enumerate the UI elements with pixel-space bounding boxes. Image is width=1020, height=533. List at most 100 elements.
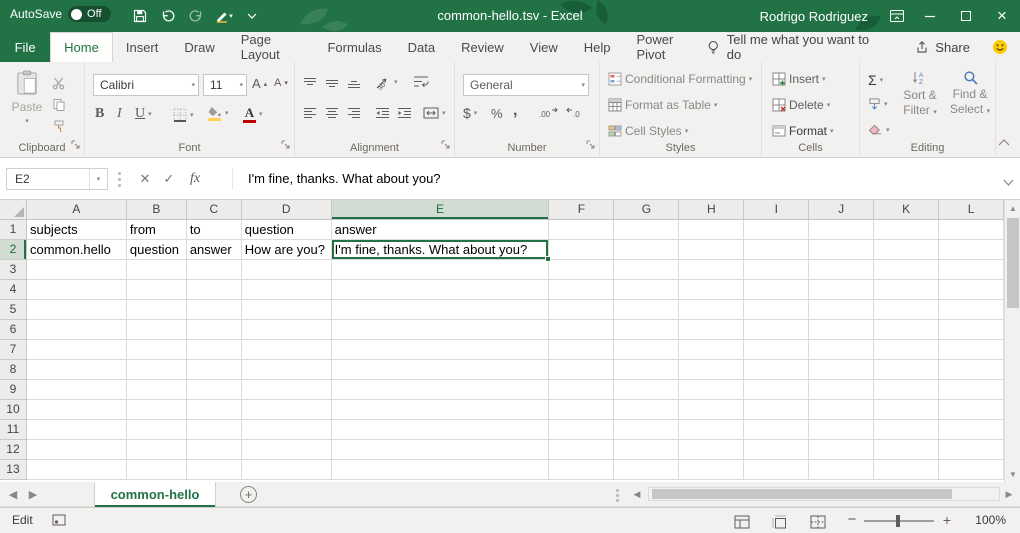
cell-E5[interactable]: [332, 300, 550, 320]
tell-me-button[interactable]: Tell me what you want to do: [707, 32, 881, 62]
cell-L4[interactable]: [939, 280, 1004, 300]
row-header-1[interactable]: 1: [0, 220, 27, 240]
cell-C2[interactable]: answer: [187, 240, 242, 260]
cell-H9[interactable]: [679, 380, 744, 400]
cell-L2[interactable]: [939, 240, 1004, 260]
fill-button[interactable]: ▾: [868, 98, 888, 111]
column-header-E[interactable]: E: [332, 200, 550, 220]
cell-K7[interactable]: [874, 340, 939, 360]
merge-center-button[interactable]: ▾: [423, 107, 446, 119]
row-header-13[interactable]: 13: [0, 460, 27, 480]
cell-G12[interactable]: [614, 440, 679, 460]
cell-D9[interactable]: [242, 380, 332, 400]
cell-H3[interactable]: [679, 260, 744, 280]
previous-sheet-button[interactable]: ◀: [4, 482, 22, 507]
scroll-right-button[interactable]: ▶: [1002, 487, 1016, 501]
redo-button[interactable]: [184, 3, 208, 29]
align-right-button[interactable]: [347, 107, 361, 119]
scroll-down-button[interactable]: ▼: [1005, 466, 1020, 482]
cell-H2[interactable]: [679, 240, 744, 260]
row-header-12[interactable]: 12: [0, 440, 27, 460]
align-center-button[interactable]: [325, 107, 339, 119]
cell-H10[interactable]: [679, 400, 744, 420]
cell-E1[interactable]: answer: [332, 220, 550, 240]
cell-A9[interactable]: [27, 380, 127, 400]
cell-F2[interactable]: [549, 240, 614, 260]
insert-function-button[interactable]: fx: [184, 168, 206, 190]
cell-I3[interactable]: [744, 260, 809, 280]
fill-handle[interactable]: [545, 256, 551, 262]
orientation-button[interactable]: ab ▾: [375, 75, 398, 90]
cell-L1[interactable]: [939, 220, 1004, 240]
cell-F11[interactable]: [549, 420, 614, 440]
zoom-out-button[interactable]: −: [845, 508, 859, 533]
cell-A8[interactable]: [27, 360, 127, 380]
cell-B9[interactable]: [127, 380, 187, 400]
format-painter-button[interactable]: [52, 120, 66, 134]
cell-C5[interactable]: [187, 300, 242, 320]
row-header-5[interactable]: 5: [0, 300, 27, 320]
cancel-entry-button[interactable]: ✕: [134, 168, 156, 190]
cell-C4[interactable]: [187, 280, 242, 300]
normal-view-button[interactable]: [730, 513, 754, 530]
column-header-F[interactable]: F: [549, 200, 614, 220]
cell-K3[interactable]: [874, 260, 939, 280]
scroll-left-button[interactable]: ◀: [630, 487, 644, 501]
zoom-level[interactable]: 100%: [975, 508, 1006, 533]
column-header-J[interactable]: J: [809, 200, 874, 220]
tab-page-layout[interactable]: Page Layout: [228, 32, 315, 62]
cell-D5[interactable]: [242, 300, 332, 320]
cell-I9[interactable]: [744, 380, 809, 400]
cell-G3[interactable]: [614, 260, 679, 280]
cell-G10[interactable]: [614, 400, 679, 420]
cell-A13[interactable]: [27, 460, 127, 480]
cell-J5[interactable]: [809, 300, 874, 320]
cell-C12[interactable]: [187, 440, 242, 460]
row-header-6[interactable]: 6: [0, 320, 27, 340]
cell-E12[interactable]: [332, 440, 550, 460]
horizontal-scrollbar-thumb[interactable]: [652, 489, 952, 499]
cell-L8[interactable]: [939, 360, 1004, 380]
copy-button[interactable]: [52, 98, 66, 112]
tab-insert[interactable]: Insert: [113, 32, 172, 62]
cell-E2[interactable]: I'm fine, thanks. What about you?: [332, 240, 550, 260]
cell-L13[interactable]: [939, 460, 1004, 480]
cell-D3[interactable]: [242, 260, 332, 280]
cell-F7[interactable]: [549, 340, 614, 360]
row-header-7[interactable]: 7: [0, 340, 27, 360]
qat-customize-button[interactable]: [240, 3, 264, 29]
tab-power-pivot[interactable]: Power Pivot: [623, 32, 707, 62]
share-button[interactable]: Share: [915, 32, 970, 62]
expand-formula-bar-button[interactable]: [1003, 174, 1014, 189]
name-box[interactable]: E2 ▾: [6, 168, 108, 190]
cell-L9[interactable]: [939, 380, 1004, 400]
cell-E7[interactable]: [332, 340, 550, 360]
save-button[interactable]: [128, 3, 152, 29]
cell-B3[interactable]: [127, 260, 187, 280]
cell-B7[interactable]: [127, 340, 187, 360]
cell-F3[interactable]: [549, 260, 614, 280]
cell-I4[interactable]: [744, 280, 809, 300]
cell-I12[interactable]: [744, 440, 809, 460]
new-sheet-button[interactable]: +: [240, 486, 257, 503]
sort-filter-button[interactable]: AZ Sort & Filter ▾: [894, 70, 946, 118]
cell-I11[interactable]: [744, 420, 809, 440]
cell-D11[interactable]: [242, 420, 332, 440]
close-button[interactable]: ×: [984, 0, 1020, 32]
user-account-button[interactable]: Rodrigo Rodriguez: [760, 9, 868, 24]
cell-B4[interactable]: [127, 280, 187, 300]
cell-I1[interactable]: [744, 220, 809, 240]
tab-data[interactable]: Data: [395, 32, 448, 62]
cell-J10[interactable]: [809, 400, 874, 420]
cell-D1[interactable]: question: [242, 220, 332, 240]
row-header-8[interactable]: 8: [0, 360, 27, 380]
cell-H13[interactable]: [679, 460, 744, 480]
cell-J4[interactable]: [809, 280, 874, 300]
cell-F8[interactable]: [549, 360, 614, 380]
format-as-table-button[interactable]: Format as Table▾: [608, 98, 717, 112]
column-header-I[interactable]: I: [744, 200, 809, 220]
cell-A12[interactable]: [27, 440, 127, 460]
cell-C1[interactable]: to: [187, 220, 242, 240]
cell-A6[interactable]: [27, 320, 127, 340]
cell-A3[interactable]: [27, 260, 127, 280]
